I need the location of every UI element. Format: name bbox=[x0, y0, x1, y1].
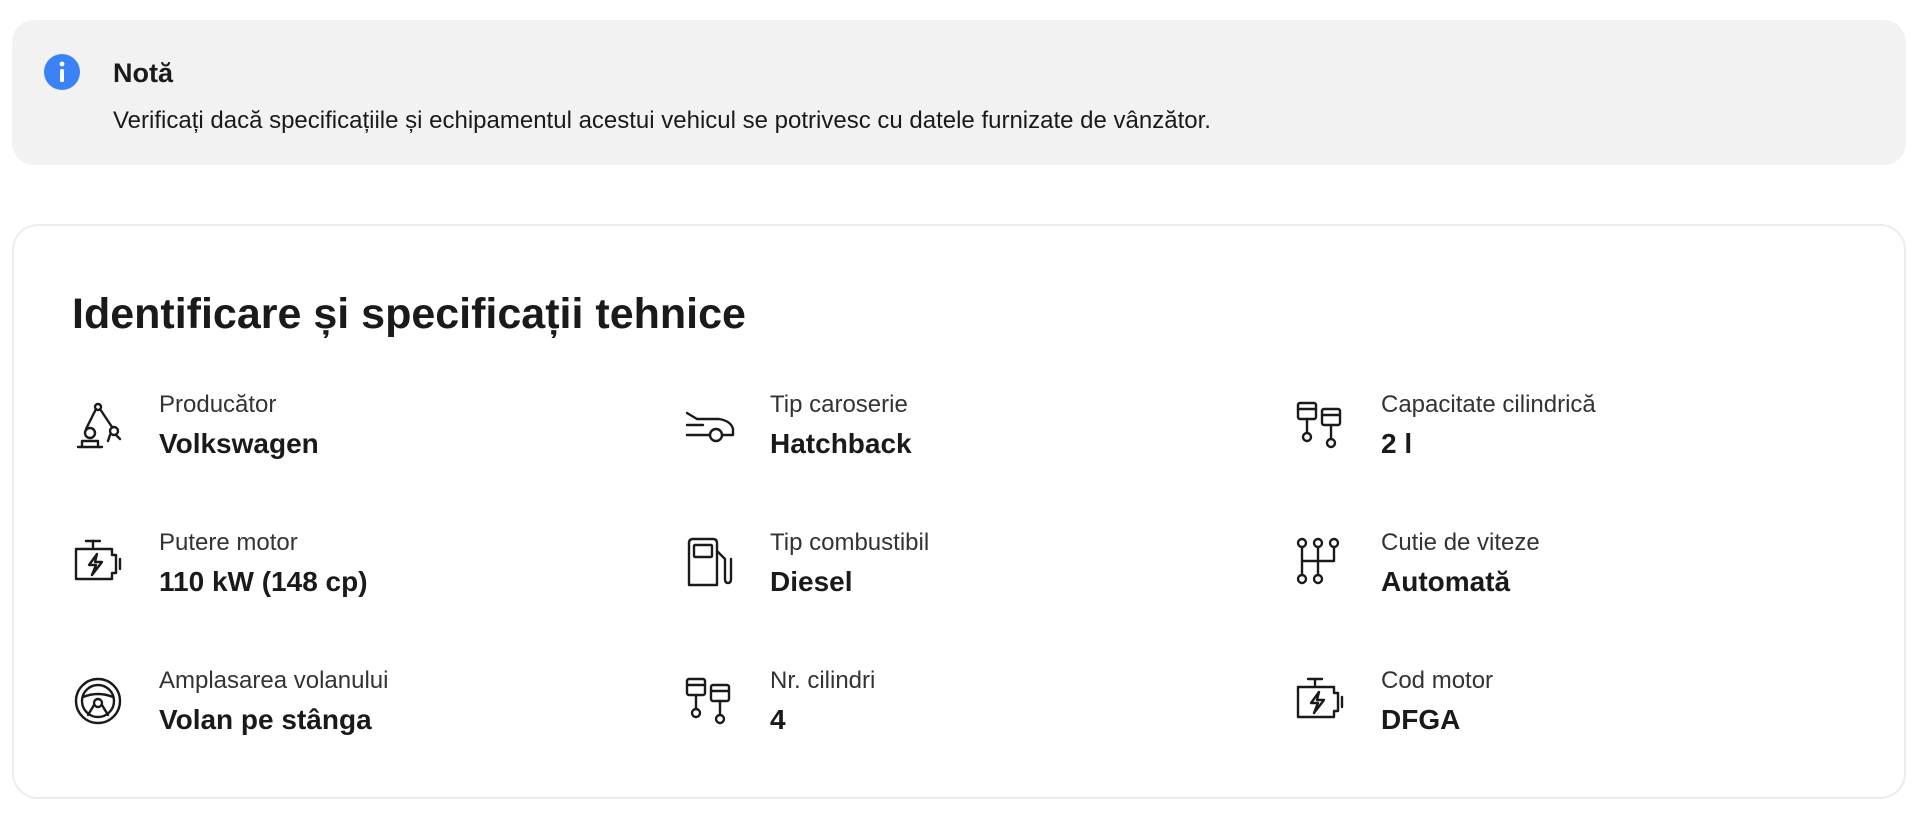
spec-value: 110 kW (148 cp) bbox=[159, 566, 368, 597]
spec-fuel-type: Tip combustibil Diesel bbox=[683, 527, 1243, 607]
engine-icon bbox=[72, 535, 128, 591]
spec-displacement: Capacitate cilindrică 2 l bbox=[1294, 389, 1854, 469]
pistons-icon bbox=[1294, 397, 1350, 453]
spec-cylinders: Nr. cilindri 4 bbox=[683, 665, 1243, 745]
manufacturer-robot-arm-icon bbox=[72, 397, 128, 453]
spec-value: Volan pe stânga bbox=[159, 704, 372, 735]
spec-label: Tip combustibil bbox=[770, 529, 930, 556]
spec-label: Nr. cilindri bbox=[770, 667, 876, 694]
spec-manufacturer: Producător Volkswagen bbox=[72, 389, 632, 469]
steering-wheel-icon bbox=[72, 673, 128, 729]
gearbox-icon bbox=[1294, 535, 1350, 591]
note-banner: Notă Verificați dacă specificațiile și e… bbox=[12, 20, 1906, 165]
spec-value: Hatchback bbox=[770, 428, 912, 459]
car-body-icon bbox=[683, 397, 739, 453]
spec-label: Tip caroserie bbox=[770, 391, 908, 418]
note-text: Verificați dacă specificațiile și echipa… bbox=[113, 107, 1211, 134]
spec-steering-position: Amplasarea volanului Volan pe stânga bbox=[72, 665, 632, 745]
spec-label: Capacitate cilindrică bbox=[1381, 391, 1596, 418]
spec-value: 4 bbox=[770, 704, 786, 735]
spec-value: Volkswagen bbox=[159, 428, 319, 459]
info-icon bbox=[44, 54, 80, 90]
spec-label: Producător bbox=[159, 391, 277, 418]
specs-card: Identificare și specificații tehnice Pro… bbox=[12, 224, 1906, 799]
spec-value: Diesel bbox=[770, 566, 853, 597]
spec-label: Putere motor bbox=[159, 529, 298, 556]
spec-label: Cod motor bbox=[1381, 667, 1494, 694]
spec-engine-power: Putere motor 110 kW (148 cp) bbox=[72, 527, 632, 607]
spec-label: Amplasarea volanului bbox=[159, 667, 389, 694]
engine-icon bbox=[1294, 673, 1350, 729]
note-title: Notă bbox=[113, 58, 173, 88]
spec-value: 2 l bbox=[1381, 428, 1413, 459]
spec-label: Cutie de viteze bbox=[1381, 529, 1540, 556]
spec-engine-code: Cod motor DFGA bbox=[1294, 665, 1854, 745]
pistons-icon bbox=[683, 673, 739, 729]
spec-body-type: Tip caroserie Hatchback bbox=[683, 389, 1243, 469]
fuel-pump-icon bbox=[683, 535, 739, 591]
spec-gearbox: Cutie de viteze Automată bbox=[1294, 527, 1854, 607]
specs-title: Identificare și specificații tehnice bbox=[72, 290, 746, 338]
spec-value: Automată bbox=[1381, 566, 1511, 597]
spec-value: DFGA bbox=[1381, 704, 1461, 735]
